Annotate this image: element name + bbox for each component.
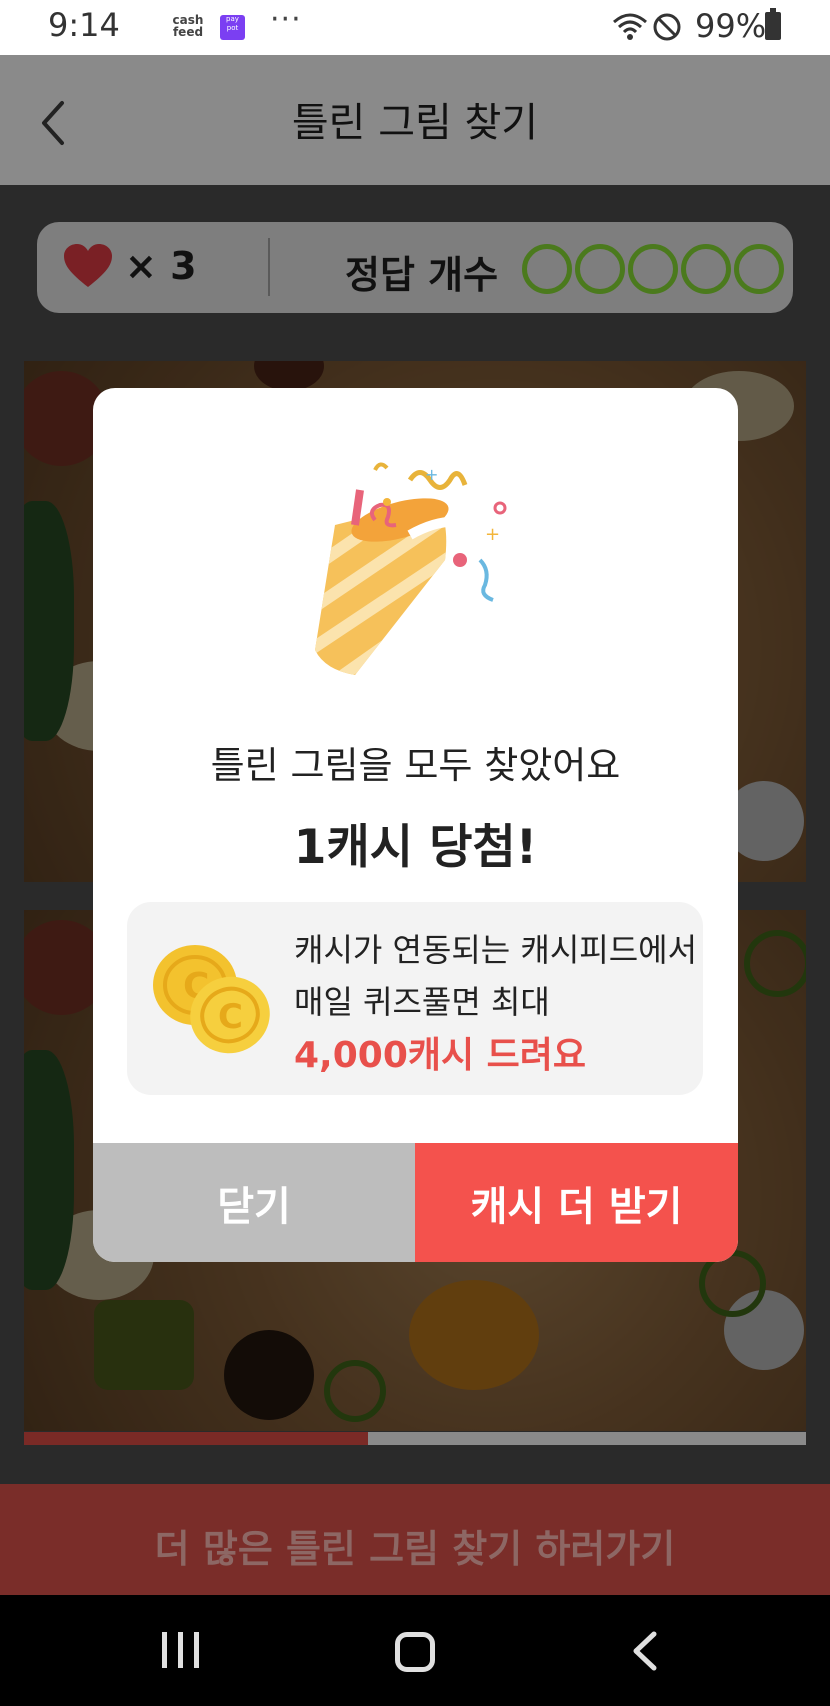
score-divider bbox=[268, 238, 270, 296]
answer-circles bbox=[522, 244, 784, 294]
answer-circle bbox=[575, 244, 625, 294]
party-popper-icon: + + bbox=[315, 462, 507, 675]
svg-text:+: + bbox=[485, 524, 500, 545]
promo-highlight: 4,000캐시 드려요 bbox=[294, 1035, 587, 1076]
answer-circle bbox=[681, 244, 731, 294]
found-marker bbox=[744, 930, 806, 997]
battery-icon bbox=[765, 8, 781, 40]
heart-icon bbox=[64, 244, 112, 287]
svg-text:+: + bbox=[425, 465, 438, 484]
get-more-cash-button[interactable]: 캐시 더 받기 bbox=[415, 1143, 738, 1262]
status-time: 9:14 bbox=[48, 6, 120, 44]
page-title: 틀린 그림 찾기 bbox=[291, 100, 539, 146]
paypot-notification-icon: pay pot bbox=[220, 15, 245, 40]
coins-icon: C C bbox=[153, 945, 270, 1054]
back-icon[interactable] bbox=[630, 1630, 660, 1672]
promo-line-2: 매일 퀴즈풀면 최대 bbox=[294, 983, 550, 1021]
lives-count: × 3 bbox=[125, 244, 197, 288]
chevron-left-icon bbox=[42, 101, 64, 145]
result-message: 틀린 그림을 모두 찾았어요 bbox=[210, 744, 621, 787]
back-button[interactable] bbox=[30, 88, 90, 158]
promo-line-1: 캐시가 연동되는 캐시피드에서 bbox=[294, 931, 698, 969]
get-more-cash-label: 캐시 더 받기 bbox=[470, 1183, 683, 1230]
answer-circle bbox=[628, 244, 678, 294]
close-button-label: 닫기 bbox=[217, 1183, 291, 1230]
answer-circle bbox=[522, 244, 572, 294]
more-notifications-icon: ··· bbox=[270, 2, 302, 37]
more-games-label: 더 많은 틀린 그림 찾기 하러가기 bbox=[154, 1527, 676, 1571]
battery-percent: 99% bbox=[695, 7, 767, 45]
svg-text:C: C bbox=[218, 997, 243, 1037]
close-button[interactable]: 닫기 bbox=[93, 1143, 415, 1262]
do-not-disturb-icon bbox=[653, 13, 681, 41]
cashfeed-notification-icon: cash feed bbox=[172, 13, 204, 39]
answer-circle bbox=[734, 244, 784, 294]
answer-count-label: 정답 개수 bbox=[345, 253, 499, 297]
progress-fill bbox=[24, 1432, 369, 1445]
home-icon[interactable] bbox=[395, 1632, 435, 1672]
found-marker bbox=[324, 1360, 386, 1422]
recent-apps-icon[interactable] bbox=[162, 1632, 199, 1668]
prize-message: 1캐시 당첨! bbox=[293, 820, 538, 875]
wifi-icon bbox=[613, 13, 647, 40]
